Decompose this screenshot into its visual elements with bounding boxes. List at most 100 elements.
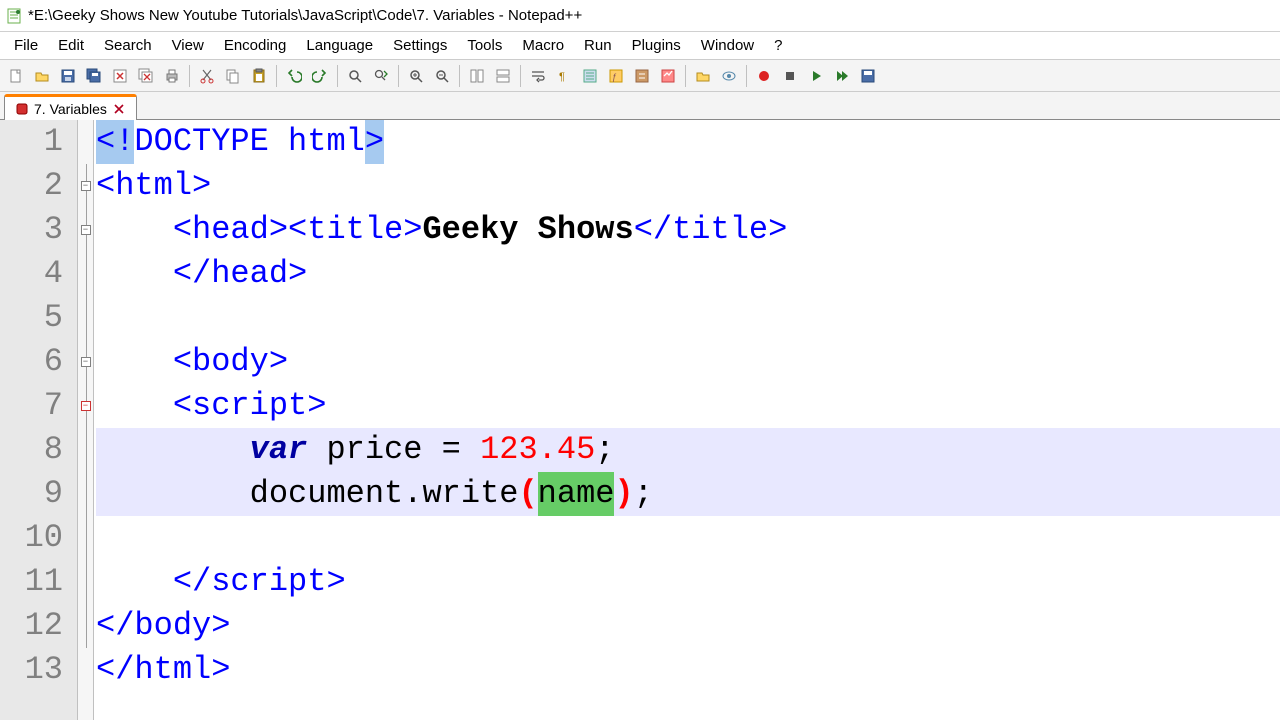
- code-line[interactable]: <head><title>Geeky Shows</title>: [96, 208, 1280, 252]
- menu-window[interactable]: Window: [691, 33, 764, 58]
- code-line[interactable]: </script>: [96, 560, 1280, 604]
- doc-map-button[interactable]: [656, 64, 680, 88]
- code-line[interactable]: </html>: [96, 648, 1280, 692]
- code-line[interactable]: <html>: [96, 164, 1280, 208]
- close-button[interactable]: [108, 64, 132, 88]
- fold-toggle-icon[interactable]: −: [81, 225, 91, 235]
- undo-button[interactable]: [282, 64, 306, 88]
- menu-view[interactable]: View: [162, 33, 214, 58]
- menu-bar: FileEditSearchViewEncodingLanguageSettin…: [0, 32, 1280, 60]
- menu-macro[interactable]: Macro: [512, 33, 574, 58]
- code-line[interactable]: var price = 123.45;: [96, 428, 1280, 472]
- fold-cell: [78, 252, 93, 296]
- menu-edit[interactable]: Edit: [48, 33, 94, 58]
- editor[interactable]: 12345678910111213 −−−− <!DOCTYPE html><h…: [0, 120, 1280, 720]
- toolbar-separator: [685, 65, 686, 87]
- cut-button[interactable]: [195, 64, 219, 88]
- code-line[interactable]: <!DOCTYPE html>: [96, 120, 1280, 164]
- fold-cell[interactable]: −: [78, 340, 93, 384]
- menu-file[interactable]: File: [4, 33, 48, 58]
- line-number: 6: [8, 340, 63, 384]
- zoom-out-icon: [434, 68, 450, 84]
- new-file-button[interactable]: [4, 64, 28, 88]
- fold-button[interactable]: [630, 64, 654, 88]
- paste-icon: [251, 68, 267, 84]
- code-line[interactable]: document.write(name);: [96, 472, 1280, 516]
- save-icon: [60, 68, 76, 84]
- func-list-button[interactable]: [691, 64, 715, 88]
- record-button[interactable]: [752, 64, 776, 88]
- fold-toggle-icon[interactable]: −: [81, 181, 91, 191]
- fold-cell: [78, 296, 93, 340]
- line-number: 12: [8, 604, 63, 648]
- fold-cell: [78, 516, 93, 560]
- code-line[interactable]: </body>: [96, 604, 1280, 648]
- line-number: 2: [8, 164, 63, 208]
- zoom-in-button[interactable]: [404, 64, 428, 88]
- zoom-out-button[interactable]: [430, 64, 454, 88]
- toolbar-separator: [189, 65, 190, 87]
- code-line[interactable]: <body>: [96, 340, 1280, 384]
- fold-toggle-icon[interactable]: −: [81, 401, 91, 411]
- close-all-button[interactable]: [134, 64, 158, 88]
- close-icon: [112, 68, 128, 84]
- menu-settings[interactable]: Settings: [383, 33, 457, 58]
- code-line[interactable]: <script>: [96, 384, 1280, 428]
- save-all-button[interactable]: [82, 64, 106, 88]
- close-all-icon: [138, 68, 154, 84]
- stop-button[interactable]: [778, 64, 802, 88]
- doc-map-icon: [660, 68, 676, 84]
- tab-close-icon[interactable]: [112, 102, 126, 116]
- menu-run[interactable]: Run: [574, 33, 622, 58]
- menu-tools[interactable]: Tools: [457, 33, 512, 58]
- open-file-icon: [34, 68, 50, 84]
- play-multi-button[interactable]: [830, 64, 854, 88]
- play-icon: [808, 68, 824, 84]
- fold-cell[interactable]: −: [78, 384, 93, 428]
- code-line[interactable]: </head>: [96, 252, 1280, 296]
- menu-[interactable]: ?: [764, 33, 792, 58]
- monitor-button[interactable]: [717, 64, 741, 88]
- title-bar: *E:\Geeky Shows New Youtube Tutorials\Ja…: [0, 0, 1280, 32]
- line-number: 9: [8, 472, 63, 516]
- find-button[interactable]: [343, 64, 367, 88]
- fold-cell: [78, 560, 93, 604]
- user-lang-button[interactable]: ƒ: [604, 64, 628, 88]
- fold-cell: [78, 648, 93, 692]
- line-number: 3: [8, 208, 63, 252]
- menu-search[interactable]: Search: [94, 33, 162, 58]
- fold-margin[interactable]: − − − −: [78, 120, 94, 720]
- wrap-button[interactable]: [526, 64, 550, 88]
- copy-button[interactable]: [221, 64, 245, 88]
- fold-cell[interactable]: −: [78, 208, 93, 252]
- open-file-button[interactable]: [30, 64, 54, 88]
- indent-guide-button[interactable]: [578, 64, 602, 88]
- save-button[interactable]: [56, 64, 80, 88]
- line-number: 7: [8, 384, 63, 428]
- menu-encoding[interactable]: Encoding: [214, 33, 297, 58]
- code-area[interactable]: <!DOCTYPE html><html> <head><title>Geeky…: [94, 120, 1280, 720]
- new-file-icon: [8, 68, 24, 84]
- sync-v-button[interactable]: [465, 64, 489, 88]
- code-line[interactable]: [96, 516, 1280, 560]
- menu-language[interactable]: Language: [296, 33, 383, 58]
- show-all-button[interactable]: ¶: [552, 64, 576, 88]
- sync-h-button[interactable]: [491, 64, 515, 88]
- line-number: 10: [8, 516, 63, 560]
- save-macro-button[interactable]: [856, 64, 880, 88]
- replace-button[interactable]: [369, 64, 393, 88]
- fold-toggle-icon[interactable]: −: [81, 357, 91, 367]
- tab-active[interactable]: 7. Variables: [4, 94, 137, 120]
- play-button[interactable]: [804, 64, 828, 88]
- indent-guide-icon: [582, 68, 598, 84]
- line-number: 5: [8, 296, 63, 340]
- fold-cell[interactable]: −: [78, 164, 93, 208]
- fold-icon: [634, 68, 650, 84]
- redo-button[interactable]: [308, 64, 332, 88]
- print-button[interactable]: [160, 64, 184, 88]
- code-line[interactable]: [96, 296, 1280, 340]
- paste-button[interactable]: [247, 64, 271, 88]
- toolbar-separator: [337, 65, 338, 87]
- menu-plugins[interactable]: Plugins: [622, 33, 691, 58]
- notepadpp-icon: [6, 8, 22, 24]
